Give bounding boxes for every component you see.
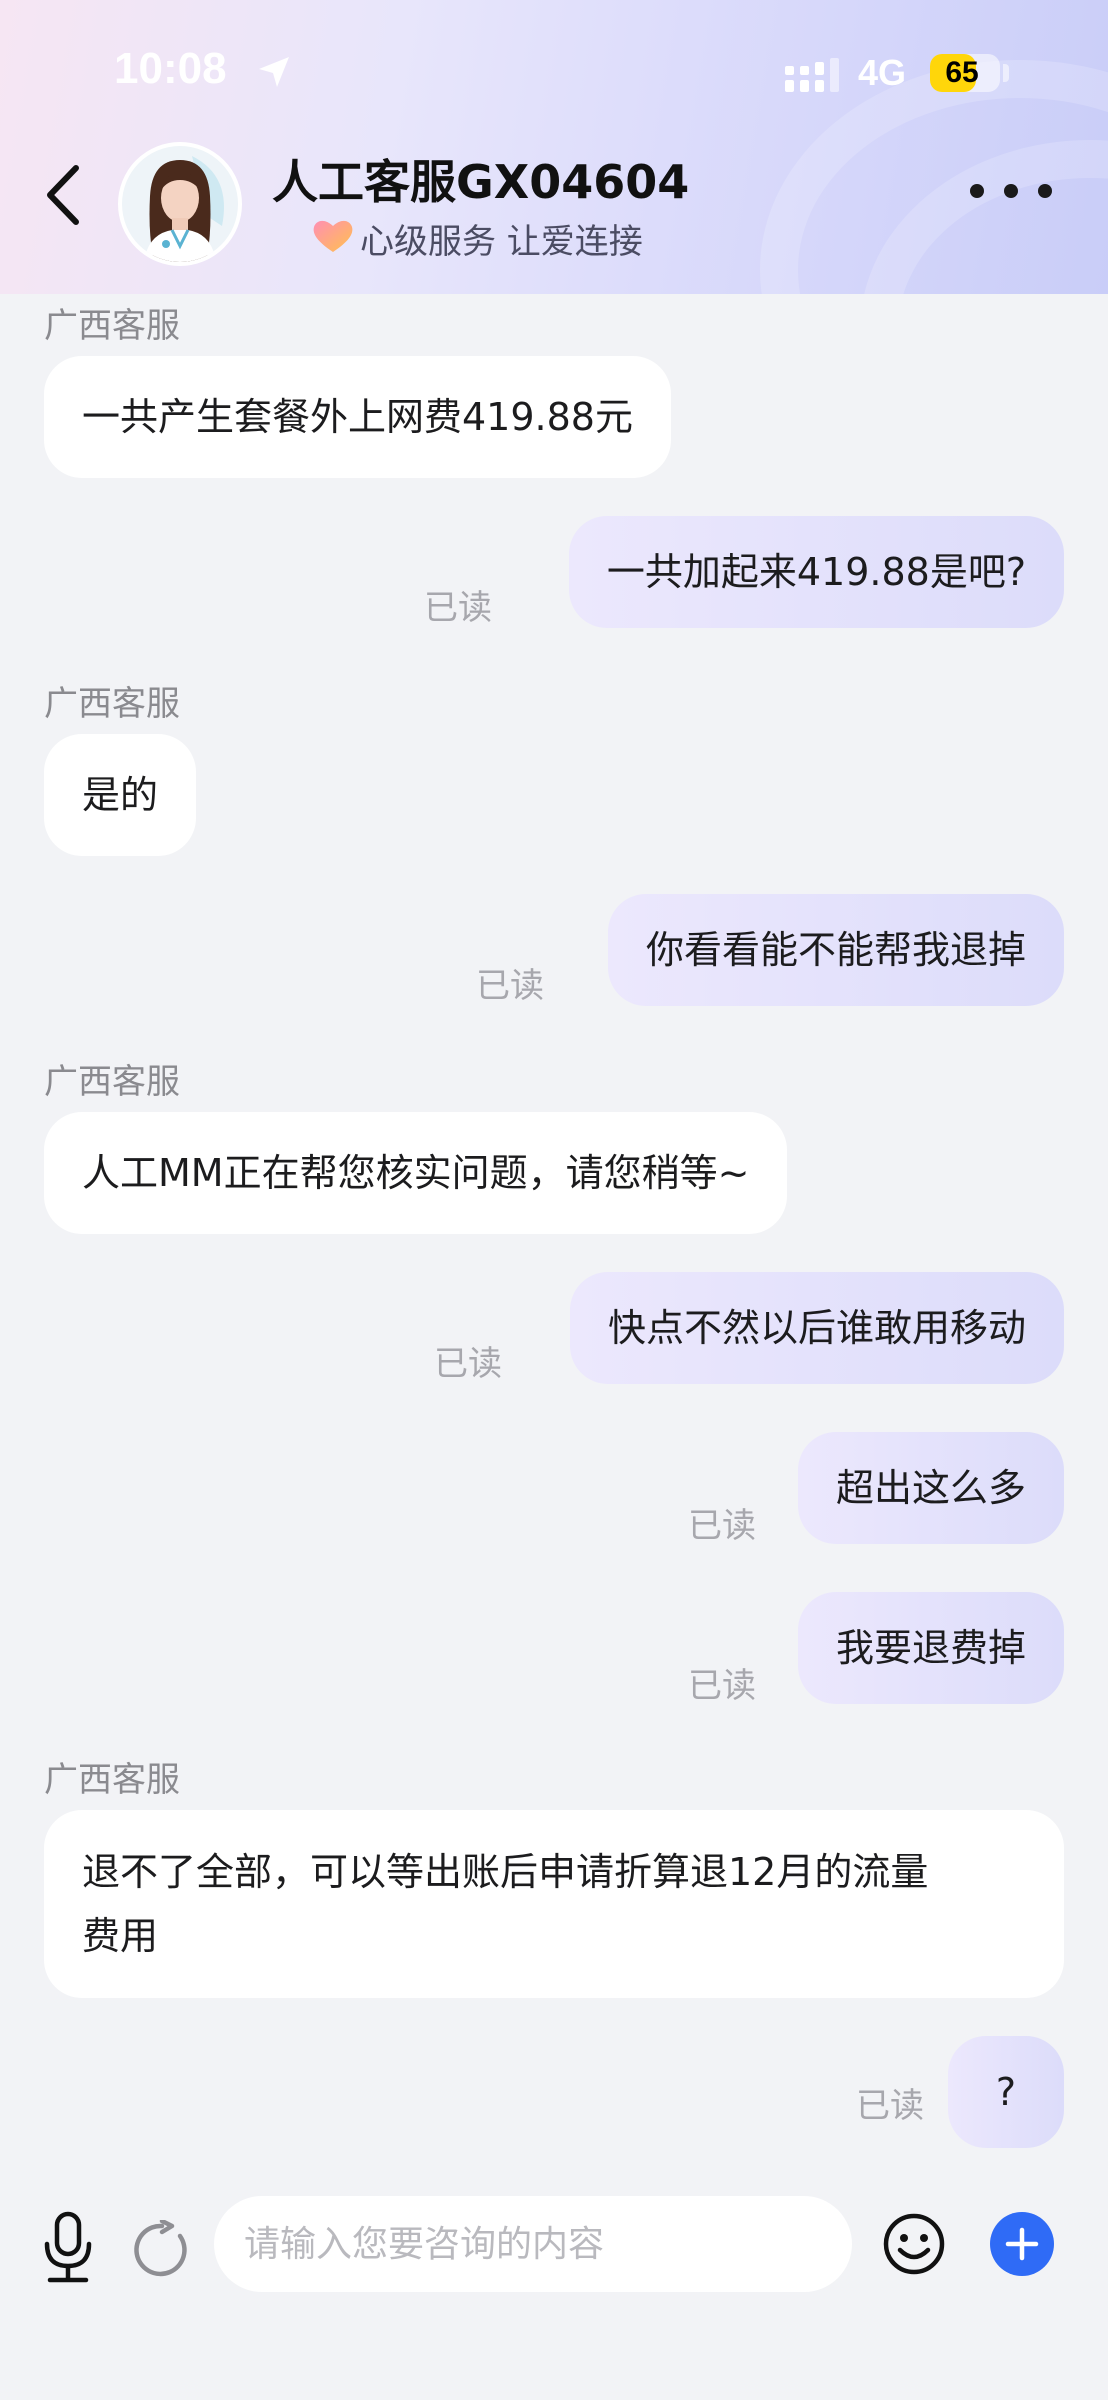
plus-icon — [1005, 2227, 1039, 2261]
read-status: 已读 — [688, 1666, 756, 1706]
chat-message-list[interactable]: 广西客服 一共产生套餐外上网费419.88元 已读 一共加起来419.88是吧?… — [0, 294, 1108, 2154]
read-status: 已读 — [424, 588, 492, 628]
message-text-line: 费用 — [82, 1914, 159, 1958]
agent-avatar[interactable] — [118, 142, 242, 266]
more-options-button[interactable] — [962, 176, 1068, 206]
read-status: 已读 — [476, 966, 544, 1006]
emoji-icon[interactable] — [882, 2212, 946, 2276]
agent-portrait-icon — [122, 146, 238, 262]
sender-name: 广西客服 — [44, 306, 180, 346]
message-input[interactable] — [214, 2196, 852, 2292]
read-status: 已读 — [856, 2086, 924, 2126]
read-status: 已读 — [434, 1344, 502, 1384]
more-dot — [1004, 184, 1018, 198]
message-bubble-user[interactable]: ? — [948, 2036, 1064, 2148]
sender-name: 广西客服 — [44, 684, 180, 724]
status-time: 10:08 — [114, 44, 227, 93]
message-bubble-user[interactable]: 我要退费掉 — [797, 1592, 1064, 1704]
read-status: 已读 — [688, 1506, 756, 1546]
chat-header: 10:08 4G 65 人工客服GX04604 心级服务 让爱连接 — [0, 0, 1108, 294]
plus-button[interactable] — [990, 2212, 1054, 2276]
more-dot — [1038, 184, 1052, 198]
battery-indicator: 65 — [930, 54, 1000, 92]
chat-subtitle: 心级服务 让爱连接 — [360, 222, 643, 262]
message-bubble-user[interactable]: 你看看能不能帮我退掉 — [607, 894, 1064, 1006]
signal-icon — [785, 58, 839, 92]
message-bubble-agent[interactable]: 是的 — [44, 734, 197, 856]
battery-nub — [1003, 64, 1009, 82]
message-bubble-agent[interactable]: 人工MM正在帮您核实问题，请您稍等~ — [44, 1112, 788, 1234]
heart-icon — [313, 220, 353, 252]
message-bubble-user[interactable]: 一共加起来419.88是吧? — [568, 516, 1064, 628]
refresh-icon[interactable] — [132, 2220, 192, 2280]
message-text-line: 退不了全部，可以等出账后申请折算退12月的流量 — [82, 1850, 929, 1894]
message-bubble-user[interactable]: 快点不然以后谁敢用移动 — [569, 1272, 1064, 1384]
chat-title: 人工客服GX04604 — [272, 155, 690, 209]
microphone-icon[interactable] — [40, 2210, 96, 2286]
location-arrow-icon — [259, 57, 289, 87]
message-bubble-user[interactable]: 超出这么多 — [797, 1432, 1064, 1544]
battery-percent: 65 — [945, 56, 979, 89]
sender-name: 广西客服 — [44, 1062, 180, 1102]
network-type: 4G — [858, 52, 907, 93]
back-button[interactable] — [40, 160, 90, 230]
more-dot — [970, 184, 984, 198]
status-bar: 10:08 4G 65 — [0, 0, 1108, 150]
message-bubble-agent[interactable]: 一共产生套餐外上网费419.88元 — [44, 356, 671, 478]
sender-name: 广西客服 — [44, 1760, 180, 1800]
message-bubble-agent[interactable]: 退不了全部，可以等出账后申请折算退12月的流量 费用 — [44, 1810, 1064, 1998]
input-bar — [0, 2154, 1108, 2400]
